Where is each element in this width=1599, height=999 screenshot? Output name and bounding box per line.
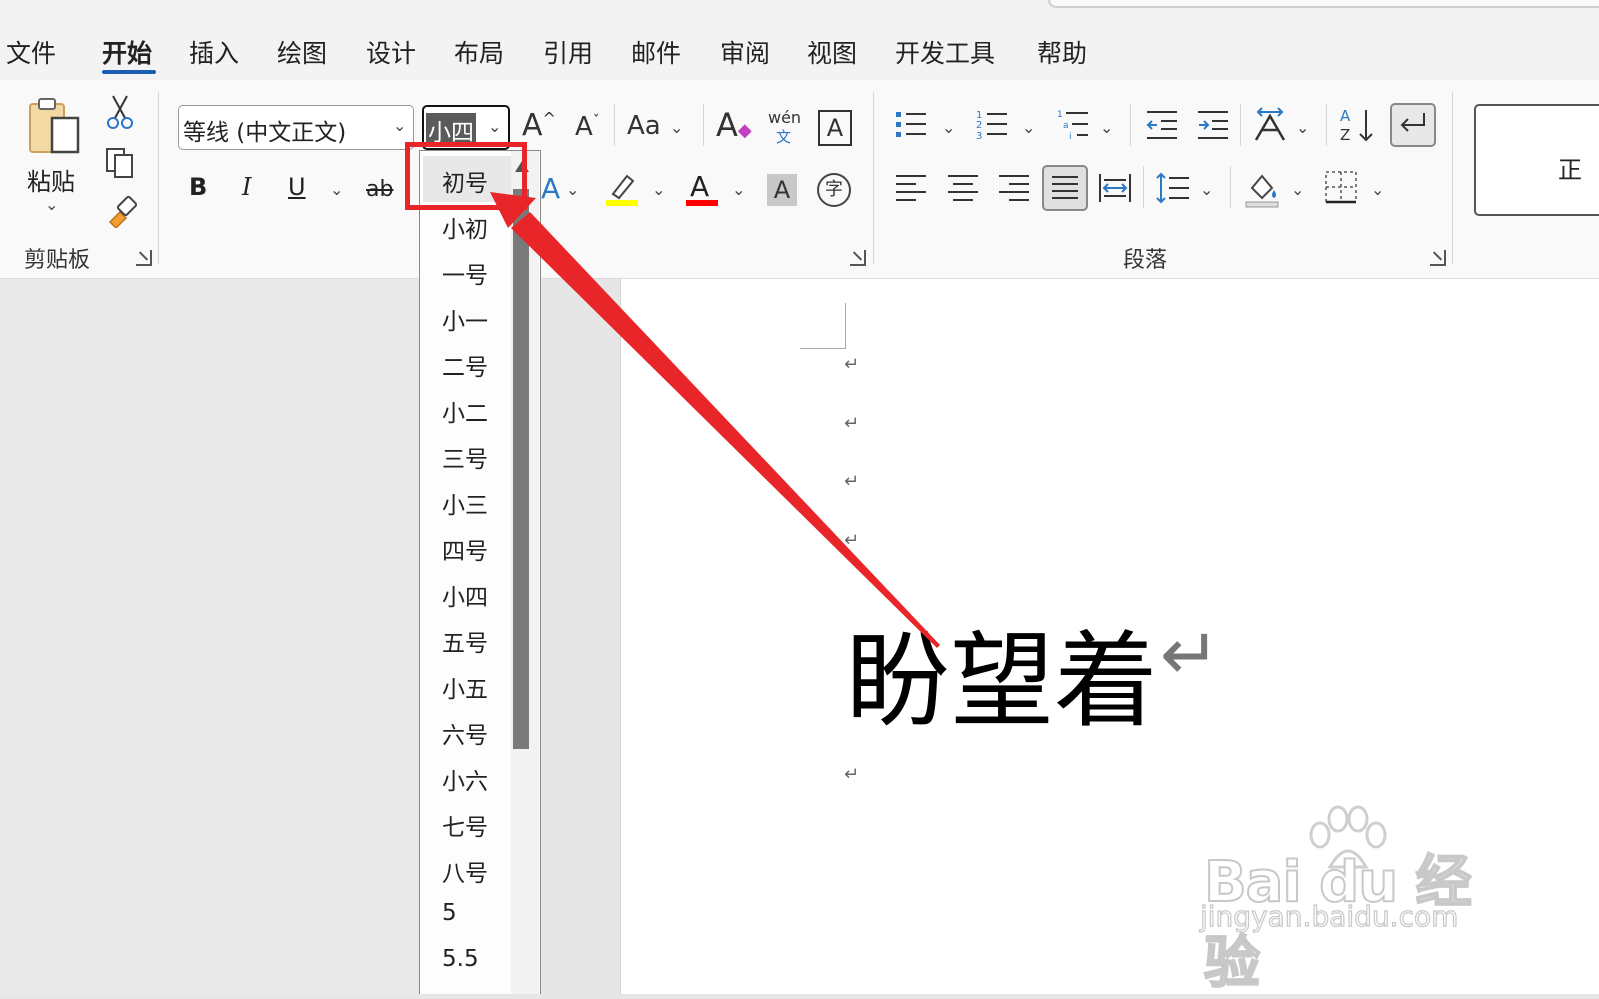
annotation-arrow bbox=[490, 192, 940, 648]
